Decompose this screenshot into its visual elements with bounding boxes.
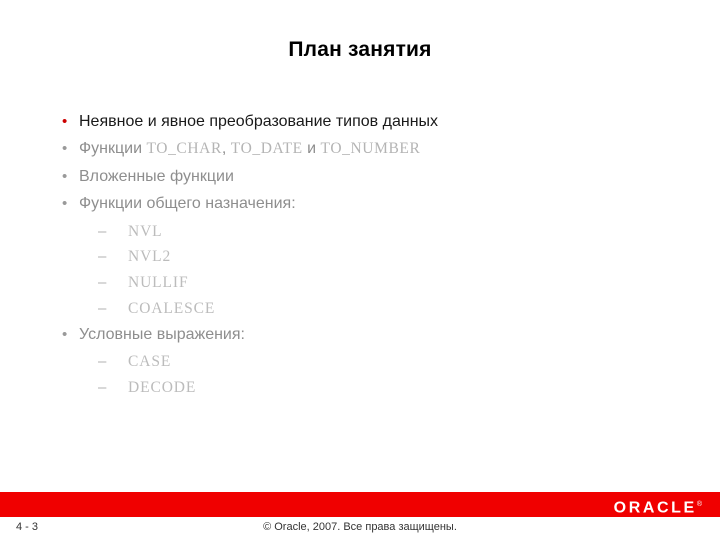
dash-icon: – — [98, 353, 107, 371]
list-item: • Условные выражения: — [62, 326, 672, 344]
sub-list-item: – NVL — [62, 223, 672, 241]
text-part: , — [221, 140, 231, 158]
oracle-logo: ORACLE® — [614, 497, 702, 516]
bullet-dot-icon: • — [62, 113, 68, 130]
sub-list-item-label: NVL — [128, 222, 163, 240]
code-token: TO_DATE — [230, 140, 303, 158]
slide-canvas: План занятия • Неявное и явное преобразо… — [0, 0, 720, 540]
code-token: TO_CHAR — [146, 140, 222, 158]
list-item-label: Вложенные функции — [79, 167, 234, 185]
list-item: • Функции общего назначения: — [62, 195, 672, 213]
sub-list-item-label: COALESCE — [128, 300, 216, 317]
oracle-logo-text: ORACLE — [613, 499, 697, 517]
list-item: • Неявное и явное преобразование типов д… — [62, 113, 672, 131]
dash-icon: – — [98, 248, 107, 266]
sub-list-item-label: NULLIF — [128, 274, 189, 292]
list-item-label: Условные выражения: — [79, 325, 245, 343]
page-title: План занятия — [288, 38, 432, 61]
code-token: TO_NUMBER — [320, 140, 421, 158]
text-part: Функции — [79, 140, 147, 158]
bullet-list: • Неявное и явное преобразование типов д… — [62, 113, 672, 405]
sub-list-item: – COALESCE — [62, 300, 672, 318]
copyright-notice: © Oracle, 2007. Все права защищены. — [263, 521, 457, 533]
sub-list-item-label: DECODE — [128, 379, 197, 397]
list-item-label: Функции общего назначения: — [79, 195, 296, 213]
dash-icon: – — [98, 300, 107, 317]
list-item: • Функции TO_CHAR, TO_DATE и TO_NUMBER — [62, 140, 672, 158]
bullet-dot-icon: • — [62, 195, 68, 213]
bullet-dot-icon: • — [62, 325, 68, 343]
list-item-label: Неявное и явное преобразование типов дан… — [79, 113, 439, 130]
sub-list-item: – DECODE — [62, 379, 672, 397]
sub-list-item: – NULLIF — [62, 274, 672, 292]
sub-list-item: – NVL2 — [62, 248, 672, 266]
list-item-label: Функции TO_CHAR, TO_DATE и TO_NUMBER — [79, 140, 672, 158]
bullet-dot-icon: • — [62, 140, 68, 158]
list-item: • Вложенные функции — [62, 168, 672, 186]
dash-icon: – — [98, 222, 107, 240]
text-part: и — [302, 140, 321, 158]
bullet-dot-icon: • — [62, 167, 68, 185]
sub-list-item-label: CASE — [128, 353, 172, 371]
sub-list-item-label: NVL2 — [128, 248, 172, 266]
footer-red-bar — [0, 492, 720, 517]
dash-icon: – — [98, 274, 107, 292]
trademark-icon: ® — [696, 501, 702, 508]
sub-list-item: – CASE — [62, 353, 672, 371]
dash-icon: – — [98, 379, 107, 397]
